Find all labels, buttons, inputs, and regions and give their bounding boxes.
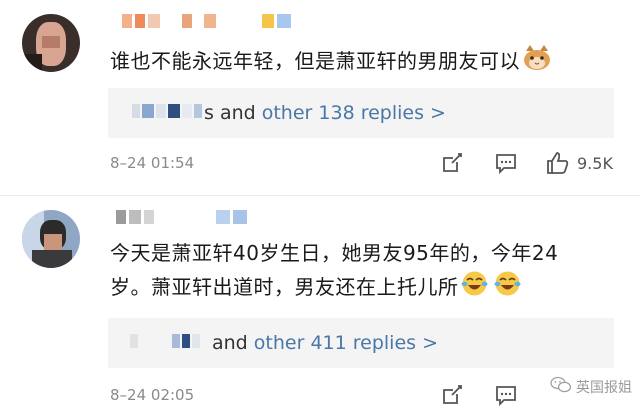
like-icon — [545, 150, 571, 176]
like-button[interactable]: 9.5K — [545, 150, 613, 176]
share-icon — [440, 151, 464, 175]
more-replies-link[interactable]: other 411 replies > — [254, 332, 438, 354]
timestamp: 8–24 01:54 — [110, 154, 195, 172]
watermark: 英国报姐 — [550, 376, 632, 398]
comment-body-line2: 岁。萧亚轩出道时，男友还在上托儿所 — [110, 270, 558, 307]
comment-icon — [494, 151, 518, 175]
avatar[interactable] — [22, 14, 80, 72]
avatar[interactable] — [22, 210, 80, 268]
comment-icon — [494, 383, 518, 407]
reply-username-blurred — [132, 104, 202, 118]
replies-text: and other 411 replies > — [212, 318, 438, 368]
comment-body-line1: 今天是萧亚轩40岁生日，她男友95年的，今年24 — [110, 241, 559, 265]
laughing-crying-icon — [461, 270, 488, 307]
share-icon — [440, 383, 464, 407]
laughing-crying-icon — [494, 270, 521, 307]
cat-face-icon — [522, 44, 552, 81]
reply-username-blurred — [130, 334, 200, 348]
comment-item: 今天是萧亚轩40岁生日，她男友95年的，今年24 岁。萧亚轩出道时，男友还在上托… — [0, 196, 640, 414]
comment-body: 谁也不能永远年轻，但是萧亚轩的男朋友可以 — [110, 49, 520, 73]
wechat-icon — [550, 376, 572, 398]
watermark-text: 英国报姐 — [576, 380, 632, 396]
like-count: 9.5K — [577, 153, 613, 173]
username-blurred[interactable] — [122, 14, 291, 28]
replies-prefix: s and — [204, 102, 262, 124]
username-blurred[interactable] — [116, 210, 247, 224]
replies-preview[interactable]: and other 411 replies > — [108, 318, 614, 368]
comment-text: 今天是萧亚轩40岁生日，她男友95年的，今年24 岁。萧亚轩出道时，男友还在上托… — [110, 236, 558, 307]
comment-button[interactable] — [494, 383, 518, 407]
replies-prefix: and — [212, 332, 254, 354]
share-button[interactable] — [440, 383, 464, 407]
comment-body-line2-text: 岁。萧亚轩出道时，男友还在上托儿所 — [110, 275, 459, 299]
more-replies-link[interactable]: other 138 replies > — [262, 102, 446, 124]
replies-preview[interactable]: s and other 138 replies > — [108, 88, 614, 138]
timestamp: 8–24 02:05 — [110, 386, 195, 404]
comment-button[interactable] — [494, 151, 518, 175]
comment-text: 谁也不能永远年轻，但是萧亚轩的男朋友可以 — [110, 44, 552, 81]
replies-text: s and other 138 replies > — [204, 88, 446, 138]
share-button[interactable] — [440, 151, 464, 175]
comment-item: 谁也不能永远年轻，但是萧亚轩的男朋友可以 s and other 138 rep… — [0, 0, 640, 196]
